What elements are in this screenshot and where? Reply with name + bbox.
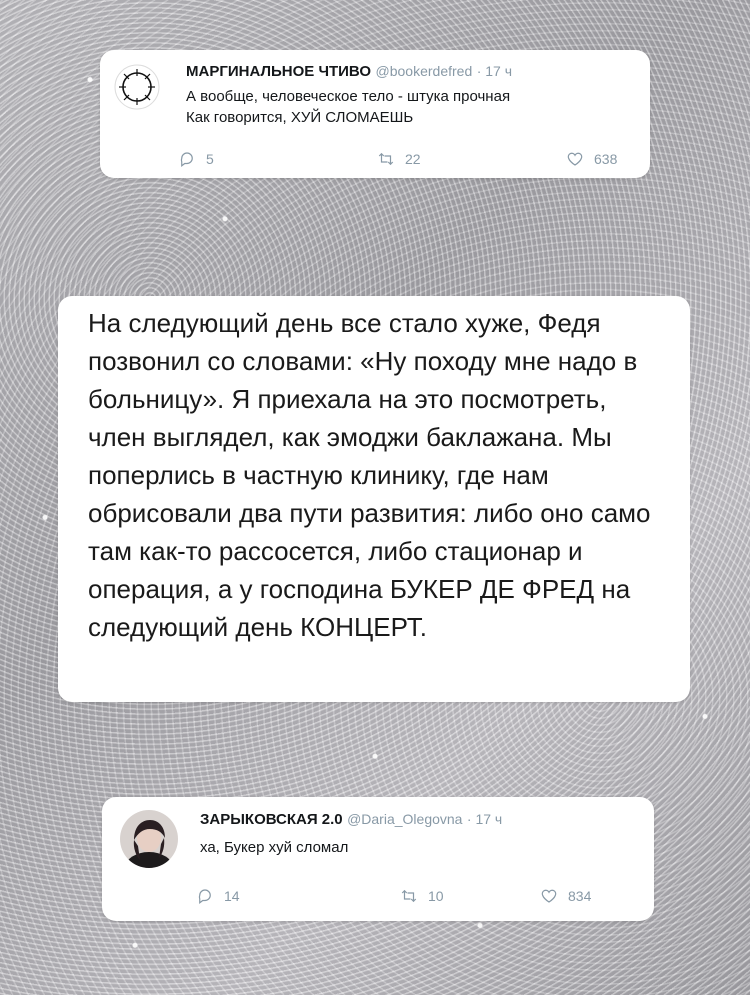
retweet-count: 10 (428, 888, 444, 904)
tweet-card-top[interactable]: МАРГИНАЛЬНОЕ ЧТИВО @bookerdefred · 17 ч … (100, 50, 650, 178)
tweet-line: А вообще, человеческое тело - штука проч… (186, 88, 511, 105)
tweet-header: ЗАРЫКОВСКАЯ 2.0 @Daria_Olegovna · 17 ч (200, 811, 502, 829)
reply-icon (198, 889, 211, 904)
reply-button[interactable]: 14 (196, 887, 240, 905)
tweet-text: ха, Букер хуй сломал (200, 839, 349, 856)
tweet-line: Как говорится, ХУЙ СЛОМАЕШЬ (186, 109, 414, 126)
reply-button[interactable]: 5 (178, 150, 214, 168)
heart-icon (567, 152, 583, 166)
story-card: На следующий день все стало хуже, Федя п… (58, 296, 690, 702)
barbed-wire-crown-icon[interactable] (114, 64, 160, 110)
like-count: 638 (594, 151, 618, 167)
retweet-button[interactable]: 22 (377, 150, 421, 168)
story-text: На следующий день все стало хуже, Федя п… (88, 308, 651, 642)
like-count: 834 (568, 888, 592, 904)
reply-icon (180, 152, 193, 167)
tweet-card-bottom[interactable]: ЗАРЫКОВСКАЯ 2.0 @Daria_Olegovna · 17 ч х… (102, 797, 654, 921)
tweet-time[interactable]: · 17 ч (477, 63, 512, 79)
retweet-count: 22 (405, 151, 421, 167)
retweet-icon (401, 889, 417, 903)
tweet-time[interactable]: · 17 ч (467, 811, 502, 827)
author-handle[interactable]: @Daria_Olegovna (347, 811, 462, 827)
tweet-text: А вообще, человеческое тело - штука проч… (186, 86, 636, 128)
like-button[interactable]: 638 (566, 150, 617, 168)
author-handle[interactable]: @bookerdefred (376, 63, 473, 79)
author-name[interactable]: МАРГИНАЛЬНОЕ ЧТИВО (186, 63, 371, 80)
reply-count: 5 (206, 151, 214, 167)
author-name[interactable]: ЗАРЫКОВСКАЯ 2.0 (200, 811, 343, 828)
heart-icon (541, 889, 557, 903)
reply-count: 14 (224, 888, 240, 904)
user-photo-avatar[interactable] (120, 810, 178, 868)
tweet-header: МАРГИНАЛЬНОЕ ЧТИВО @bookerdefred · 17 ч (186, 63, 512, 81)
like-button[interactable]: 834 (540, 887, 591, 905)
retweet-icon (378, 152, 394, 166)
retweet-button[interactable]: 10 (400, 887, 444, 905)
